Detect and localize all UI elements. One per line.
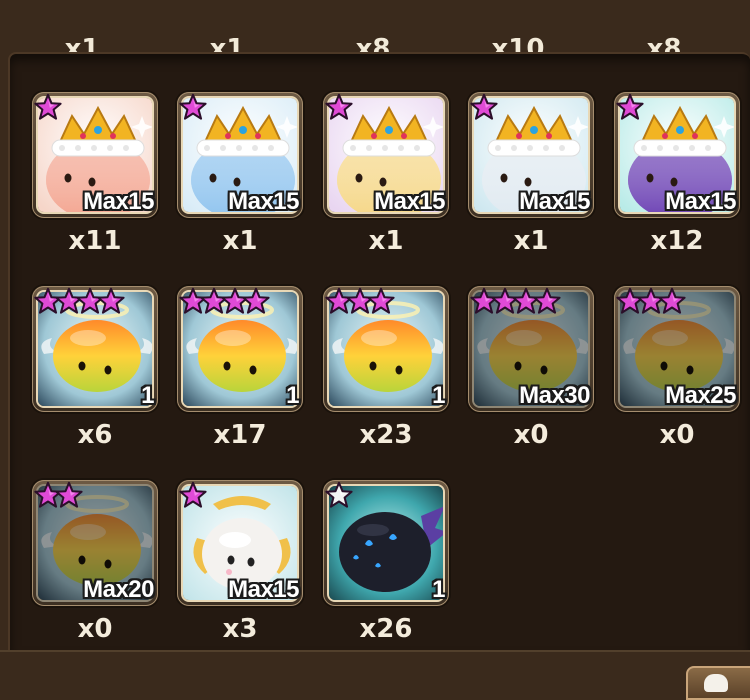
level-label: 1 bbox=[432, 382, 445, 409]
star-icon bbox=[179, 93, 207, 120]
star-rating bbox=[34, 286, 125, 318]
monster-card[interactable]: 1 bbox=[323, 480, 449, 606]
level-label: 1 bbox=[286, 382, 299, 409]
star-icon bbox=[616, 93, 644, 120]
level-label: 1 bbox=[141, 382, 154, 409]
star-icon bbox=[533, 287, 561, 314]
star-rating bbox=[34, 92, 62, 124]
monster-card[interactable]: Max15 bbox=[177, 480, 303, 606]
star-rating bbox=[616, 286, 686, 318]
bottom-bar bbox=[0, 650, 750, 692]
star-icon bbox=[325, 93, 353, 120]
star-rating bbox=[179, 480, 207, 512]
star-rating bbox=[325, 286, 395, 318]
star-rating bbox=[34, 480, 83, 512]
quantity-label: x11 bbox=[68, 226, 122, 256]
menu-button[interactable] bbox=[686, 666, 750, 700]
level-label: Max30 bbox=[519, 382, 590, 409]
quantity-label: x1 bbox=[368, 226, 404, 256]
star-rating bbox=[616, 92, 644, 124]
level-label: Max15 bbox=[665, 188, 736, 215]
monster-slot[interactable]: Max15 x1 bbox=[177, 92, 303, 262]
level-label: Max15 bbox=[519, 188, 590, 215]
quantity-label: x0 bbox=[77, 614, 113, 644]
monster-slot[interactable]: Max30 x0 bbox=[468, 286, 594, 456]
star-icon bbox=[55, 481, 83, 508]
monster-card[interactable]: Max20 bbox=[32, 480, 158, 606]
quantity-label: x1 bbox=[222, 226, 258, 256]
cloud-icon bbox=[704, 674, 728, 692]
inventory-panel: Max15 x11 Max15 x1 Max15 x1 Max15 x1 Max… bbox=[8, 52, 750, 652]
level-label: Max15 bbox=[228, 188, 299, 215]
star-icon bbox=[242, 287, 270, 314]
monster-slot[interactable]: Max15 x1 bbox=[468, 92, 594, 262]
monster-slot[interactable]: Max15 x12 bbox=[614, 92, 740, 262]
star-rating bbox=[179, 286, 270, 318]
monster-slot[interactable]: Max25 x0 bbox=[614, 286, 740, 456]
monster-card[interactable]: Max25 bbox=[614, 286, 740, 412]
monster-card[interactable]: Max15 bbox=[323, 92, 449, 218]
monster-card[interactable]: Max15 bbox=[468, 92, 594, 218]
level-label: Max25 bbox=[665, 382, 736, 409]
star-rating bbox=[325, 480, 353, 512]
monster-slot[interactable]: 1 x17 bbox=[177, 286, 303, 456]
star-icon bbox=[179, 481, 207, 508]
monster-slot[interactable]: Max15 x11 bbox=[32, 92, 158, 262]
quantity-label: x23 bbox=[359, 420, 413, 450]
monster-slot[interactable]: 1 x6 bbox=[32, 286, 158, 456]
quantity-label: x0 bbox=[659, 420, 695, 450]
monster-slot[interactable]: Max20 x0 bbox=[32, 480, 158, 650]
monster-slot[interactable]: 1 x26 bbox=[323, 480, 449, 650]
monster-card[interactable]: Max30 bbox=[468, 286, 594, 412]
quantity-label: x17 bbox=[213, 420, 267, 450]
quantity-label: x0 bbox=[513, 420, 549, 450]
level-label: Max15 bbox=[228, 576, 299, 603]
star-rating bbox=[325, 92, 353, 124]
star-icon bbox=[367, 287, 395, 314]
star-icon bbox=[658, 287, 686, 314]
monster-card[interactable]: 1 bbox=[323, 286, 449, 412]
star-icon bbox=[470, 93, 498, 120]
quantity-label: x26 bbox=[359, 614, 413, 644]
monster-slot[interactable]: Max15 x1 bbox=[323, 92, 449, 262]
level-label: 1 bbox=[432, 576, 445, 603]
quantity-label: x1 bbox=[513, 226, 549, 256]
star-icon bbox=[34, 93, 62, 120]
level-label: Max15 bbox=[83, 188, 154, 215]
star-rating bbox=[470, 92, 498, 124]
monster-card[interactable]: Max15 bbox=[614, 92, 740, 218]
quantity-label: x3 bbox=[222, 614, 258, 644]
monster-card[interactable]: Max15 bbox=[177, 92, 303, 218]
partial-count-row: x1 x1 x8 x10 x8 bbox=[0, 0, 750, 64]
monster-card[interactable]: 1 bbox=[32, 286, 158, 412]
star-icon bbox=[325, 481, 353, 508]
monster-card[interactable]: Max15 bbox=[32, 92, 158, 218]
quantity-label: x12 bbox=[650, 226, 704, 256]
monster-card[interactable]: 1 bbox=[177, 286, 303, 412]
level-label: Max20 bbox=[83, 576, 154, 603]
star-rating bbox=[179, 92, 207, 124]
monster-slot[interactable]: 1 x23 bbox=[323, 286, 449, 456]
level-label: Max15 bbox=[374, 188, 445, 215]
monster-slot[interactable]: Max15 x3 bbox=[177, 480, 303, 650]
top-strip: x1 x1 x8 x10 x8 bbox=[0, 0, 750, 64]
star-rating bbox=[470, 286, 561, 318]
quantity-label: x6 bbox=[77, 420, 113, 450]
star-icon bbox=[97, 287, 125, 314]
